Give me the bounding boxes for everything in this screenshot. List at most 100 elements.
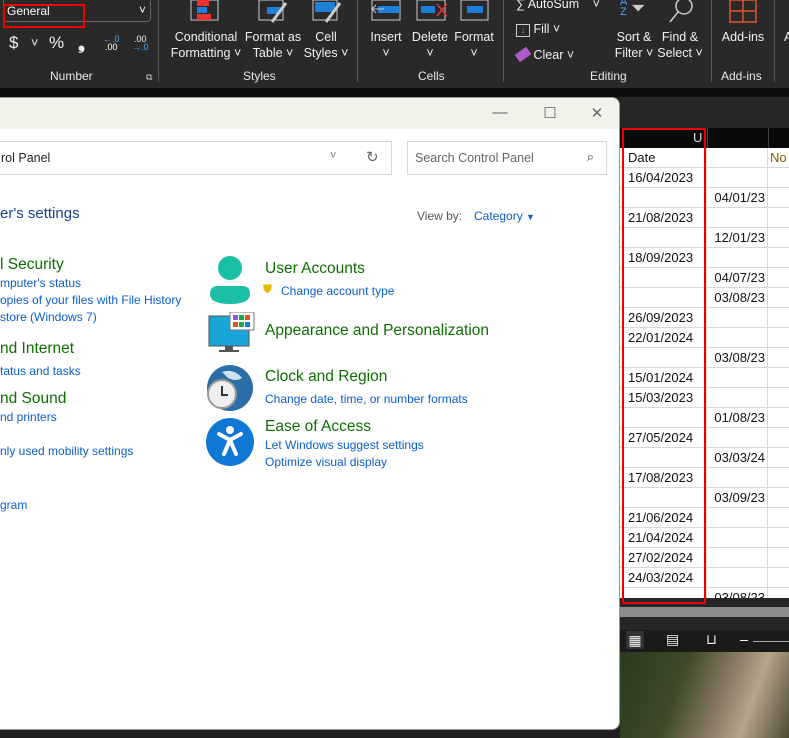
cell[interactable] xyxy=(707,388,768,408)
increase-decimal-icon[interactable]: ←.0.00 xyxy=(103,35,120,52)
clear-button[interactable]: Clear ˅ xyxy=(514,46,574,63)
link[interactable]: Change account type xyxy=(281,284,394,298)
cell[interactable] xyxy=(768,228,789,248)
cell[interactable] xyxy=(768,328,789,348)
chevron-down-icon[interactable]: ˅ xyxy=(31,35,38,51)
cell[interactable] xyxy=(707,168,768,188)
cell[interactable] xyxy=(768,588,789,598)
maximize-icon[interactable]: ☐ xyxy=(540,104,560,122)
normal-view-icon[interactable]: ▦ xyxy=(626,631,644,649)
cell[interactable]: 03/03/24 xyxy=(707,448,768,468)
cell[interactable]: 26/09/2023 xyxy=(625,308,707,328)
addins-button[interactable]: Add-ins xyxy=(720,29,766,45)
cell[interactable] xyxy=(707,468,768,488)
cell[interactable] xyxy=(768,448,789,468)
cell[interactable] xyxy=(707,508,768,528)
refresh-icon[interactable]: ↻ xyxy=(366,148,379,166)
format-as-table-button[interactable]: Format as Table ˅ xyxy=(242,29,304,61)
cell[interactable] xyxy=(625,188,707,208)
cell[interactable]: 03/08/23 xyxy=(707,348,768,368)
link[interactable]: Optimize visual display xyxy=(265,455,387,469)
cell[interactable] xyxy=(768,548,789,568)
cell[interactable] xyxy=(768,248,789,268)
cell[interactable]: 24/03/2024 xyxy=(625,568,707,588)
cell[interactable]: 03/08/23 xyxy=(707,288,768,308)
cell[interactable]: 15/01/2024 xyxy=(625,368,707,388)
cell[interactable]: 04/01/23 xyxy=(707,188,768,208)
fill-button[interactable]: ↓ Fill ˅ xyxy=(516,21,560,37)
address-bar[interactable]: rol Panel ˅ ↻ xyxy=(0,141,392,175)
zoom-slider[interactable] xyxy=(753,641,789,642)
cell[interactable] xyxy=(768,508,789,528)
cell[interactable]: 21/06/2024 xyxy=(625,508,707,528)
cell[interactable]: 01/08/23 xyxy=(707,408,768,428)
page-layout-view-icon[interactable]: ▤ xyxy=(666,631,679,648)
page-break-view-icon[interactable]: ⊔ xyxy=(706,631,717,648)
category-system-security[interactable]: l Security xyxy=(0,256,64,274)
link[interactable]: opies of your files with File History xyxy=(0,293,181,307)
cell[interactable] xyxy=(768,348,789,368)
category-hardware-sound[interactable]: nd Sound xyxy=(0,390,66,408)
cell[interactable] xyxy=(707,148,768,168)
cell-date-header[interactable]: Date xyxy=(625,148,707,168)
decrease-decimal-icon[interactable]: .00 →.0 xyxy=(132,35,149,52)
minimize-icon[interactable]: — xyxy=(490,104,510,121)
number-format-dropdown[interactable]: General ˅ xyxy=(3,0,151,22)
cell[interactable] xyxy=(625,268,707,288)
delete-button[interactable]: Delete ˅ xyxy=(410,29,450,61)
cell[interactable] xyxy=(768,408,789,428)
insert-button[interactable]: Insert ˅ xyxy=(366,29,406,61)
find-select-button[interactable]: Find & Select ˅ xyxy=(656,29,704,61)
cell[interactable]: 22/01/2024 xyxy=(625,328,707,348)
cell[interactable] xyxy=(768,188,789,208)
link[interactable]: tatus and tasks xyxy=(0,364,81,378)
category-clock-region[interactable]: Clock and Region xyxy=(265,368,387,386)
cell[interactable] xyxy=(707,308,768,328)
cell[interactable]: 03/08/23 xyxy=(707,588,768,598)
cell[interactable] xyxy=(625,488,707,508)
cell[interactable] xyxy=(768,488,789,508)
cell[interactable] xyxy=(768,528,789,548)
cell[interactable] xyxy=(625,588,707,598)
cell[interactable] xyxy=(707,428,768,448)
sort-filter-button[interactable]: Sort & Filter ˅ xyxy=(612,29,656,61)
cell-grid[interactable]: Date No 16/04/2023 04/01/23 21/08/2023 12/0… xyxy=(620,148,789,598)
cell[interactable]: 18/09/2023 xyxy=(625,248,707,268)
comma-style-button[interactable]: ❟ xyxy=(78,34,85,52)
cell[interactable] xyxy=(625,448,707,468)
category-network-internet[interactable]: nd Internet xyxy=(0,340,74,358)
search-icon[interactable]: ⌕ xyxy=(587,149,594,165)
cell[interactable]: 03/09/23 xyxy=(707,488,768,508)
dialog-launcher-icon[interactable]: ⧉ xyxy=(146,72,152,83)
cell[interactable]: 15/03/2023 xyxy=(625,388,707,408)
cell[interactable] xyxy=(768,568,789,588)
cell[interactable] xyxy=(707,368,768,388)
link[interactable]: store (Windows 7) xyxy=(0,310,97,324)
cell[interactable] xyxy=(768,288,789,308)
cell[interactable] xyxy=(625,348,707,368)
category-user-accounts[interactable]: User Accounts xyxy=(265,260,365,278)
autosum-button[interactable]: ∑ AutoSum ˅ xyxy=(516,0,600,12)
cell[interactable] xyxy=(707,208,768,228)
cell[interactable] xyxy=(707,248,768,268)
link[interactable]: Change date, time, or number formats xyxy=(265,392,468,406)
cell[interactable] xyxy=(625,408,707,428)
link[interactable]: nly used mobility settings xyxy=(0,444,133,458)
cell[interactable] xyxy=(768,308,789,328)
cell[interactable]: 27/02/2024 xyxy=(625,548,707,568)
close-icon[interactable]: ✕ xyxy=(587,104,607,122)
cell[interactable] xyxy=(707,568,768,588)
conditional-formatting-button[interactable]: Conditional Formatting ˅ xyxy=(170,29,242,61)
cell[interactable] xyxy=(768,368,789,388)
cell[interactable] xyxy=(625,288,707,308)
category-ease-of-access[interactable]: Ease of Access xyxy=(265,418,371,436)
cell[interactable]: 21/08/2023 xyxy=(625,208,707,228)
chevron-down-icon[interactable]: ˅ xyxy=(330,150,336,162)
link[interactable]: Let Windows suggest settings xyxy=(265,438,424,452)
cell[interactable] xyxy=(768,388,789,408)
cell[interactable]: 17/08/2023 xyxy=(625,468,707,488)
cell[interactable]: 27/05/2024 xyxy=(625,428,707,448)
cell[interactable]: 04/07/23 xyxy=(707,268,768,288)
format-button[interactable]: Format ˅ xyxy=(452,29,496,61)
cell-next-header[interactable]: No xyxy=(768,148,789,168)
